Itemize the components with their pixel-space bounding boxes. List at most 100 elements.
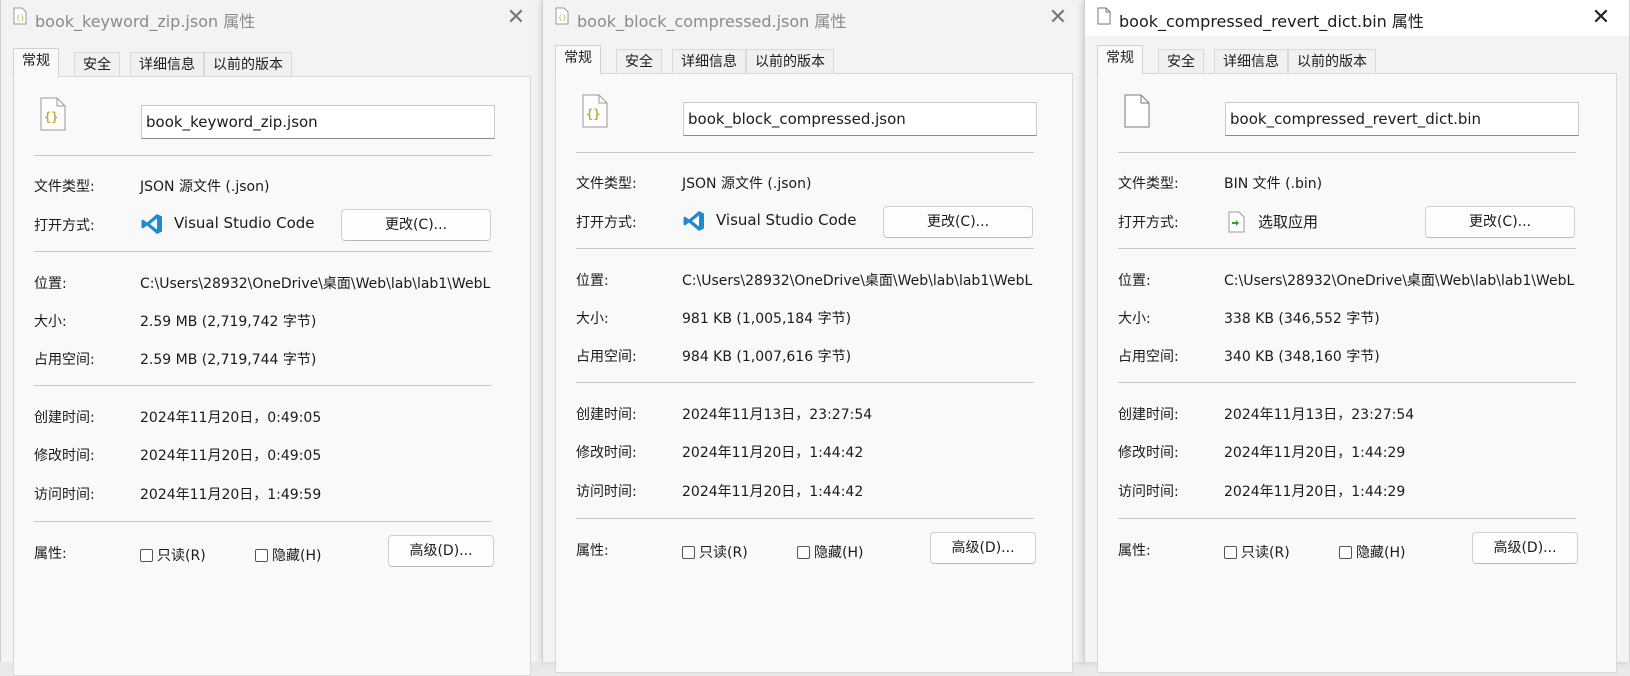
- close-icon[interactable]: ✕: [1587, 4, 1615, 32]
- vscode-icon: [683, 211, 704, 231]
- json-file-icon: {}: [13, 7, 27, 25]
- tab-general[interactable]: 常规: [1097, 45, 1143, 74]
- tab-general[interactable]: 常规: [13, 48, 59, 77]
- type-label: 文件类型:: [34, 179, 95, 195]
- hidden-checkbox[interactable]: 隐藏(H): [797, 542, 863, 562]
- readonly-checkbox[interactable]: 只读(R): [140, 545, 206, 565]
- modified-value: 2024年11月20日，0:49:05: [140, 448, 322, 464]
- readonly-label: 只读(R): [1241, 545, 1290, 561]
- json-file-icon: {}: [40, 97, 66, 131]
- close-icon[interactable]: ✕: [502, 4, 530, 32]
- advanced-button[interactable]: 高级(D)...: [1472, 532, 1578, 564]
- separator: [576, 382, 1034, 383]
- tab-details[interactable]: 详细信息: [1214, 49, 1288, 73]
- checkbox-box[interactable]: [1339, 545, 1352, 559]
- filename-input[interactable]: [141, 105, 495, 139]
- created-value: 2024年11月13日，23:27:54: [1224, 407, 1415, 423]
- tab-previous-versions[interactable]: 以前的版本: [746, 49, 834, 73]
- hidden-checkbox[interactable]: 隐藏(H): [255, 545, 321, 565]
- open-with-label: 打开方式:: [576, 215, 637, 231]
- separator: [1118, 152, 1576, 153]
- separator: [34, 155, 492, 156]
- accessed-label: 访问时间:: [1118, 484, 1179, 500]
- created-label: 创建时间:: [34, 410, 95, 426]
- general-panel: {} 文件类型: JSON 源文件 (.json) 打开方式: Visual S…: [555, 73, 1073, 673]
- size-on-disk-label: 占用空间:: [34, 352, 95, 368]
- svg-text:{}: {}: [558, 14, 566, 22]
- general-panel: 文件类型: BIN 文件 (.bin) 打开方式: 选取应用 更改(C)... …: [1097, 73, 1617, 673]
- window-title: book_block_compressed.json 属性: [577, 12, 847, 31]
- location-value[interactable]: C:\Users\28932\OneDrive\桌面\Web\lab\lab1\…: [140, 273, 498, 293]
- open-with-label: 打开方式:: [1118, 215, 1179, 231]
- size-on-disk-value: 984 KB (1,007,616 字节): [682, 349, 852, 365]
- modified-value: 2024年11月20日，1:44:42: [682, 445, 864, 461]
- attributes-label: 属性:: [576, 543, 609, 559]
- separator: [34, 521, 492, 522]
- hidden-label: 隐藏(H): [272, 548, 322, 564]
- advanced-button[interactable]: 高级(D)...: [388, 535, 494, 567]
- checkbox-box[interactable]: [255, 548, 268, 562]
- vscode-icon: [141, 214, 162, 234]
- hidden-checkbox[interactable]: 隐藏(H): [1339, 542, 1405, 562]
- change-button[interactable]: 更改(C)...: [1425, 206, 1575, 238]
- tab-security[interactable]: 安全: [74, 52, 120, 76]
- tab-previous-versions[interactable]: 以前的版本: [204, 52, 292, 76]
- advanced-button[interactable]: 高级(D)...: [930, 532, 1036, 564]
- tab-details[interactable]: 详细信息: [130, 52, 204, 76]
- checkbox-box[interactable]: [140, 548, 153, 562]
- size-on-disk-label: 占用空间:: [576, 349, 637, 365]
- filename-input[interactable]: [1225, 102, 1579, 136]
- window-title: book_compressed_revert_dict.bin 属性: [1119, 12, 1424, 31]
- size-on-disk-value: 340 KB (348,160 字节): [1224, 349, 1380, 365]
- modified-label: 修改时间:: [34, 448, 95, 464]
- tab-security[interactable]: 安全: [1158, 49, 1204, 73]
- change-button[interactable]: 更改(C)...: [883, 206, 1033, 238]
- location-label: 位置:: [34, 276, 67, 292]
- filename-input[interactable]: [683, 102, 1037, 136]
- attributes-label: 属性:: [1118, 543, 1151, 559]
- change-button[interactable]: 更改(C)...: [341, 209, 491, 241]
- hidden-label: 隐藏(H): [814, 545, 864, 561]
- tab-security[interactable]: 安全: [616, 49, 662, 73]
- location-label: 位置:: [1118, 273, 1151, 289]
- size-value: 338 KB (346,552 字节): [1224, 311, 1380, 327]
- accessed-label: 访问时间:: [576, 484, 637, 500]
- window-title: book_keyword_zip.json 属性: [35, 12, 256, 31]
- title-bar[interactable]: {} book_block_compressed.json 属性 ✕: [543, 0, 1086, 36]
- modified-label: 修改时间:: [1118, 445, 1179, 461]
- title-bar[interactable]: {} book_keyword_zip.json 属性 ✕: [1, 0, 544, 36]
- size-label: 大小:: [34, 314, 67, 330]
- tab-details[interactable]: 详细信息: [672, 49, 746, 73]
- modified-label: 修改时间:: [576, 445, 637, 461]
- readonly-checkbox[interactable]: 只读(R): [682, 542, 748, 562]
- accessed-value: 2024年11月20日，1:49:59: [140, 487, 322, 503]
- checkbox-box[interactable]: [797, 545, 810, 559]
- svg-text:{}: {}: [586, 107, 600, 121]
- checkbox-box[interactable]: [1224, 545, 1237, 559]
- created-label: 创建时间:: [1118, 407, 1179, 423]
- accessed-value: 2024年11月20日，1:44:29: [1224, 484, 1406, 500]
- type-value: JSON 源文件 (.json): [140, 179, 270, 195]
- properties-window-3: book_compressed_revert_dict.bin 属性 ✕ 常规 …: [1084, 0, 1630, 673]
- close-icon[interactable]: ✕: [1044, 4, 1072, 32]
- created-value: 2024年11月20日，0:49:05: [140, 410, 322, 426]
- separator: [1118, 382, 1576, 383]
- tab-previous-versions[interactable]: 以前的版本: [1288, 49, 1376, 73]
- separator: [1118, 518, 1576, 519]
- separator: [34, 385, 492, 386]
- properties-window-1: {} book_keyword_zip.json 属性 ✕ 常规 安全 详细信息…: [0, 0, 545, 676]
- size-label: 大小:: [1118, 311, 1151, 327]
- location-value[interactable]: C:\Users\28932\OneDrive\桌面\Web\lab\lab1\…: [1224, 270, 1582, 290]
- readonly-label: 只读(R): [157, 548, 206, 564]
- checkbox-box[interactable]: [682, 545, 695, 559]
- tab-general[interactable]: 常规: [555, 45, 601, 74]
- blank-file-icon: [1124, 94, 1150, 128]
- separator: [34, 251, 492, 252]
- readonly-checkbox[interactable]: 只读(R): [1224, 542, 1290, 562]
- separator: [576, 152, 1034, 153]
- properties-window-2: {} book_block_compressed.json 属性 ✕ 常规 安全…: [542, 0, 1087, 673]
- type-value: JSON 源文件 (.json): [682, 176, 812, 192]
- location-value[interactable]: C:\Users\28932\OneDrive\桌面\Web\lab\lab1\…: [682, 270, 1040, 290]
- type-label: 文件类型:: [576, 176, 637, 192]
- title-bar[interactable]: book_compressed_revert_dict.bin 属性 ✕: [1085, 0, 1629, 36]
